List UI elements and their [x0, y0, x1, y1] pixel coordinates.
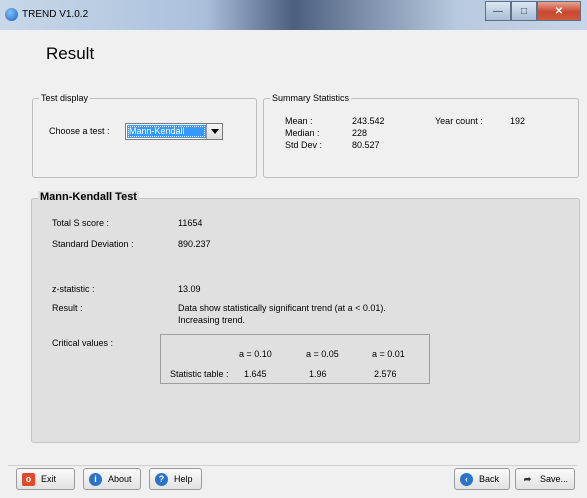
std-dev-label: Std Dev :: [285, 140, 323, 150]
critical-values-table: a = 0.10 a = 0.05 a = 0.01 Statistic tab…: [160, 334, 430, 384]
std-deviation-label: Standard Deviation :: [52, 239, 134, 249]
help-button-label: Help: [174, 474, 193, 484]
exit-button[interactable]: o Exit: [16, 468, 75, 490]
minimize-icon: —: [493, 5, 503, 17]
exit-icon: o: [22, 472, 35, 486]
title-bar[interactable]: TREND V1.0.2 — □ ✕: [0, 0, 587, 30]
info-icon: i: [89, 472, 102, 486]
save-button-label: Save...: [540, 474, 569, 484]
result-label: Result :: [52, 303, 83, 313]
maximize-icon: □: [520, 5, 528, 17]
critical-value-010: 1.645: [244, 369, 267, 379]
critical-header-001: a = 0.01: [372, 349, 405, 359]
maximize-button[interactable]: □: [511, 1, 537, 21]
mean-value: 243.542: [352, 116, 385, 126]
test-display-group: Test display Choose a test : Mann-Kendal…: [32, 92, 257, 178]
median-label: Median :: [285, 128, 320, 138]
exit-button-label: Exit: [41, 474, 57, 484]
summary-statistics-legend: Summary Statistics: [270, 92, 352, 104]
minimize-button[interactable]: —: [485, 1, 511, 21]
window-controls: — □ ✕: [485, 1, 581, 21]
result-line-1: Data show statistically significant tren…: [178, 303, 386, 313]
help-button[interactable]: ? Help: [149, 468, 202, 490]
app-icon: [5, 8, 18, 21]
median-value: 228: [352, 128, 368, 138]
test-select[interactable]: Mann-Kendall: [125, 123, 223, 140]
statistic-table-label: Statistic table :: [170, 369, 229, 379]
total-s-value: 11654: [178, 218, 203, 228]
year-count-value: 192: [510, 116, 526, 126]
chevron-down-icon: [210, 129, 219, 134]
close-icon: ✕: [554, 5, 564, 17]
test-select-value: Mann-Kendall: [127, 125, 206, 138]
choose-test-label: Choose a test :: [49, 126, 110, 136]
about-button[interactable]: i About: [83, 468, 141, 490]
critical-header-005: a = 0.05: [306, 349, 339, 359]
back-arrow-icon: ‹: [460, 472, 473, 486]
client-area: Result Test display Choose a test : Mann…: [8, 30, 580, 490]
test-display-legend: Test display: [39, 92, 91, 104]
z-statistic-value: 13.09: [178, 284, 201, 294]
mann-kendall-legend: Mann-Kendall Test: [38, 191, 139, 203]
save-button[interactable]: ➦ Save...: [515, 468, 575, 490]
about-button-label: About: [108, 474, 132, 484]
window-title: TREND V1.0.2: [22, 9, 89, 20]
critical-value-005: 1.96: [309, 369, 327, 379]
help-icon: ?: [155, 472, 168, 486]
critical-header-010: a = 0.10: [239, 349, 272, 359]
summary-statistics-group: Summary Statistics Mean : 243.542 Median…: [263, 92, 579, 178]
std-dev-value: 80.527: [352, 140, 380, 150]
close-button[interactable]: ✕: [537, 1, 581, 21]
result-line-2: Increasing trend.: [178, 315, 246, 325]
page-title: Result: [46, 44, 95, 63]
mann-kendall-group: Mann-Kendall Test Total S score : 11654 …: [31, 191, 580, 443]
back-button-label: Back: [479, 474, 500, 484]
year-count-label: Year count :: [435, 116, 483, 126]
save-icon: ➦: [523, 473, 532, 484]
critical-values-label: Critical values :: [52, 338, 114, 348]
app-window: TREND V1.0.2 — □ ✕ Result Test display C…: [0, 0, 587, 498]
critical-value-001: 2.576: [374, 369, 397, 379]
total-s-label: Total S score :: [52, 218, 110, 228]
z-statistic-label: z-statistic :: [52, 284, 95, 294]
test-select-dropdown-button[interactable]: [206, 124, 222, 139]
footer-separator: [8, 465, 577, 466]
std-deviation-value: 890.237: [178, 239, 211, 249]
mean-label: Mean :: [285, 116, 313, 126]
back-button[interactable]: ‹ Back: [454, 468, 510, 490]
